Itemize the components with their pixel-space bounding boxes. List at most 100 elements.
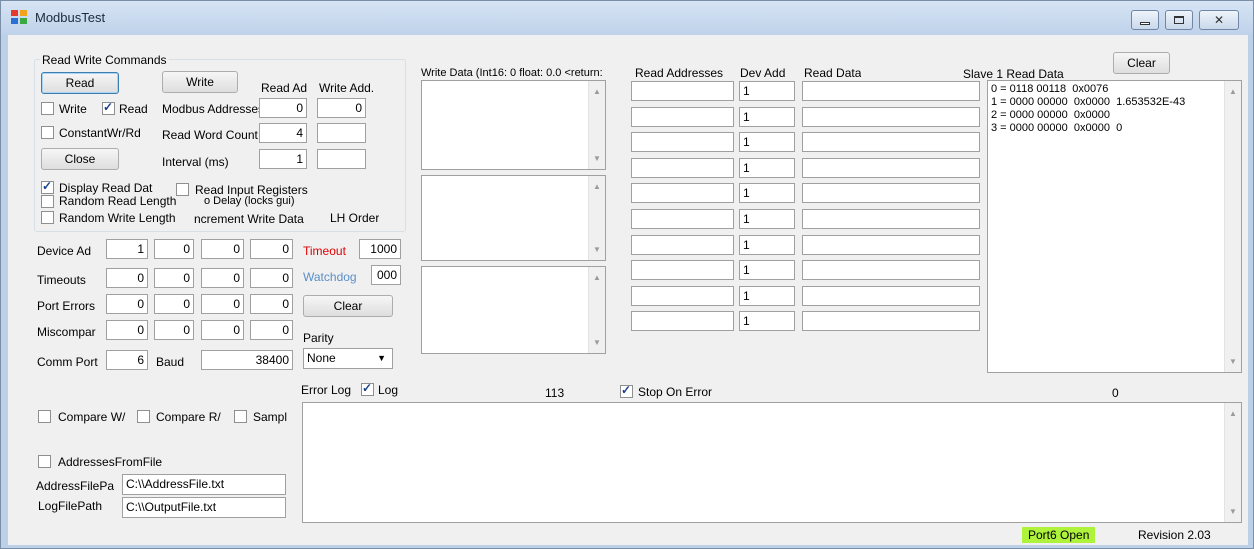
random-read-length-checkbox[interactable]: [41, 195, 54, 208]
write-data-textarea-2[interactable]: ▲ ▼: [421, 175, 606, 261]
read-address-input[interactable]: [631, 235, 734, 255]
baud-label: Baud: [156, 355, 185, 369]
timeout-input[interactable]: 1000: [359, 239, 401, 259]
read-address-input[interactable]: [631, 107, 734, 127]
scrollbar[interactable]: ▲ ▼: [1224, 403, 1241, 522]
clear-slave-data-button[interactable]: Clear: [1113, 52, 1170, 74]
read-data-input[interactable]: [802, 286, 980, 306]
read-data-input[interactable]: [802, 183, 980, 203]
parity-value: None: [307, 351, 336, 365]
write-checkbox[interactable]: [41, 102, 54, 115]
maximize-button[interactable]: [1165, 10, 1193, 30]
right-count-value: 0: [1112, 386, 1119, 400]
revision-label: Revision 2.03: [1138, 528, 1211, 542]
display-read-data-checkbox[interactable]: [41, 179, 54, 194]
port-status-badge: Port6 Open: [1022, 527, 1096, 543]
slave-line: 0 = 0118 00118 0x0076: [991, 83, 1109, 95]
random-write-length-label: Random Write Length: [59, 211, 176, 225]
write-data-textarea-3[interactable]: ▲ ▼: [421, 266, 606, 354]
device-address-input[interactable]: 0: [201, 239, 244, 259]
clear-stats-button[interactable]: Clear: [303, 295, 393, 317]
slave-read-data-textarea[interactable]: 0 = 0118 00118 0x0076 1 = 0000 00000 0x00…: [987, 80, 1242, 373]
timeouts-value: 0: [154, 268, 194, 288]
address-file-path-input[interactable]: C:\\AddressFile.txt: [122, 474, 286, 495]
read-word-count-input[interactable]: 4: [259, 123, 307, 143]
compare-w-checkbox[interactable]: [38, 410, 51, 423]
close-window-button[interactable]: ✕: [1199, 10, 1239, 30]
dropdown-arrow-icon: ▼: [377, 353, 386, 363]
app-icon: [11, 10, 27, 24]
constant-wr-rd-checkbox[interactable]: [41, 126, 54, 139]
read-data-input[interactable]: [802, 158, 980, 178]
interval-input[interactable]: 1: [259, 149, 307, 169]
comm-port-label: Comm Port: [37, 355, 98, 369]
interval-extra-input[interactable]: [317, 149, 366, 169]
read-address-input[interactable]: [631, 286, 734, 306]
increment-write-data-label: ncrement Write Data: [194, 212, 304, 226]
close-icon: ✕: [1213, 13, 1225, 27]
log-file-path-input[interactable]: C:\\OutputFile.txt: [122, 497, 286, 518]
read-address-input[interactable]: [631, 158, 734, 178]
read-address-input[interactable]: [631, 132, 734, 152]
dev-add-input[interactable]: 1: [739, 235, 795, 255]
read-address-input[interactable]: 0: [259, 98, 307, 118]
minimize-button[interactable]: [1131, 10, 1159, 30]
read-data-input[interactable]: [802, 107, 980, 127]
read-data-input[interactable]: [802, 311, 980, 331]
read-data-input[interactable]: [802, 260, 980, 280]
read-data-input[interactable]: [802, 132, 980, 152]
device-address-input[interactable]: 0: [250, 239, 293, 259]
scroll-up-icon: ▲: [1229, 87, 1237, 96]
close-button[interactable]: Close: [41, 148, 119, 170]
minimize-icon: [1140, 21, 1150, 25]
read-data-input[interactable]: [802, 209, 980, 229]
dev-add-input[interactable]: 1: [739, 107, 795, 127]
addresses-from-file-label: AddressesFromFile: [58, 455, 163, 469]
scroll-up-icon: ▲: [593, 273, 601, 282]
write-word-count-input[interactable]: [317, 123, 366, 143]
log-checkbox-label: Log: [378, 383, 399, 397]
random-write-length-checkbox[interactable]: [41, 211, 54, 224]
watchdog-input[interactable]: 000: [371, 265, 401, 285]
scrollbar[interactable]: ▲ ▼: [588, 81, 605, 169]
dev-add-input[interactable]: 1: [739, 81, 795, 101]
read-data-input[interactable]: [802, 235, 980, 255]
comm-port-input[interactable]: 6: [106, 350, 148, 370]
stop-on-error-checkbox[interactable]: [620, 383, 633, 398]
addresses-from-file-checkbox[interactable]: [38, 455, 51, 468]
read-button[interactable]: Read: [41, 72, 119, 94]
log-checkbox[interactable]: [361, 381, 374, 396]
read-address-input[interactable]: [631, 183, 734, 203]
scrollbar[interactable]: ▲ ▼: [588, 176, 605, 260]
write-data-textarea-1[interactable]: ▲ ▼: [421, 80, 606, 170]
read-input-registers-checkbox[interactable]: [176, 183, 189, 196]
read-data-input[interactable]: [802, 81, 980, 101]
dev-add-input[interactable]: 1: [739, 158, 795, 178]
parity-select[interactable]: None ▼: [303, 348, 393, 369]
dev-add-input[interactable]: 1: [739, 286, 795, 306]
dev-add-input[interactable]: 1: [739, 311, 795, 331]
write-address-input[interactable]: 0: [317, 98, 366, 118]
compare-r-checkbox[interactable]: [137, 410, 150, 423]
baud-input[interactable]: 38400: [201, 350, 293, 370]
read-address-input[interactable]: [631, 209, 734, 229]
device-address-input[interactable]: 1: [106, 239, 148, 259]
sample-checkbox[interactable]: [234, 410, 247, 423]
write-button[interactable]: Write: [162, 71, 238, 93]
read-write-group-title: Read Write Commands: [40, 53, 169, 67]
device-address-input[interactable]: 0: [154, 239, 194, 259]
dev-add-input[interactable]: 1: [739, 183, 795, 203]
read-address-input[interactable]: [631, 260, 734, 280]
parity-label: Parity: [303, 331, 334, 345]
scrollbar[interactable]: ▲ ▼: [588, 267, 605, 353]
dev-add-input[interactable]: 1: [739, 209, 795, 229]
dev-add-input[interactable]: 1: [739, 132, 795, 152]
error-log-textarea[interactable]: ▲ ▼: [302, 402, 1242, 523]
dev-add-input[interactable]: 1: [739, 260, 795, 280]
read-address-input[interactable]: [631, 311, 734, 331]
log-file-path-label: LogFilePath: [38, 499, 103, 513]
scrollbar[interactable]: ▲ ▼: [1224, 81, 1241, 372]
port-errors-value: 0: [201, 294, 244, 314]
read-checkbox[interactable]: [102, 100, 115, 115]
read-address-input[interactable]: [631, 81, 734, 101]
